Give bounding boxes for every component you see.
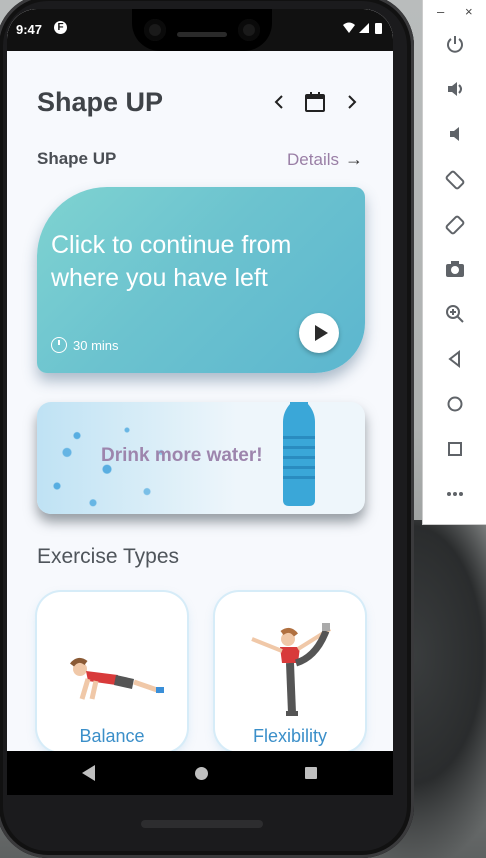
phone-frame: 9:47 F Shape UP Shape UP Details → Click…: [0, 0, 414, 858]
water-reminder-card[interactable]: Drink more water!: [37, 402, 365, 514]
chevron-right-icon[interactable]: [346, 93, 358, 116]
android-nav-bar: [7, 751, 393, 795]
duration: 30 mins: [51, 337, 119, 353]
app-notification-icon: F: [54, 21, 67, 34]
chevron-left-icon[interactable]: [273, 93, 285, 116]
emulator-toolbar: – ×: [422, 0, 486, 525]
section-title: Shape UP: [37, 149, 117, 168]
exercise-types-title: Exercise Types: [37, 545, 180, 568]
rotate-left-icon[interactable]: [441, 169, 469, 195]
water-bottle-icon: [283, 402, 315, 506]
details-link[interactable]: Details →: [287, 149, 363, 170]
play-button[interactable]: [299, 313, 339, 353]
app-content: Shape UP Shape UP Details → Click to con…: [7, 51, 393, 752]
camera-icon[interactable]: [441, 259, 469, 285]
back-icon[interactable]: [441, 349, 469, 375]
bottom-speaker: [141, 820, 263, 828]
yoga-figure-icon: [251, 623, 332, 716]
status-bar: 9:47 F: [7, 9, 393, 53]
home-icon[interactable]: [441, 394, 469, 420]
continue-text: Click to continue from where you have le…: [51, 231, 292, 292]
volume-down-icon[interactable]: [441, 124, 469, 150]
device-screen: 9:47 F Shape UP Shape UP Details → Click…: [7, 9, 393, 795]
battery-icon: [375, 23, 382, 34]
power-icon[interactable]: [441, 34, 469, 60]
camera-notch: [132, 9, 272, 51]
volume-up-icon[interactable]: [441, 79, 469, 105]
page-title: Shape UP: [37, 87, 164, 117]
plank-figure-icon: [70, 657, 164, 700]
timer-icon: [51, 337, 67, 353]
arrow-right-icon: →: [345, 149, 363, 169]
wifi-icon: [343, 22, 355, 33]
recents-icon[interactable]: [305, 767, 317, 779]
zoom-icon[interactable]: [441, 304, 469, 330]
status-icons: [341, 21, 387, 38]
exercise-card-flexibility[interactable]: Flexibility: [215, 592, 365, 752]
rotate-right-icon[interactable]: [441, 214, 469, 240]
home-icon[interactable]: [195, 767, 208, 780]
minimize-button[interactable]: –: [437, 4, 444, 19]
back-icon[interactable]: [82, 765, 95, 781]
duration-label: 30 mins: [73, 338, 119, 353]
close-button[interactable]: ×: [465, 4, 473, 19]
water-reminder-text: Drink more water!: [101, 445, 263, 466]
exercise-label: Balance: [79, 726, 145, 746]
more-options-icon[interactable]: [441, 484, 469, 510]
exercise-card-balance[interactable]: Balance: [37, 592, 187, 752]
calendar-icon[interactable]: [304, 91, 326, 113]
overview-icon[interactable]: [441, 439, 469, 465]
details-label: Details: [287, 150, 339, 169]
exercise-label: Flexibility: [252, 726, 327, 746]
continue-workout-card[interactable]: Click to continue from where you have le…: [37, 187, 365, 373]
status-time: 9:47: [16, 22, 43, 37]
signal-icon: [359, 23, 369, 33]
